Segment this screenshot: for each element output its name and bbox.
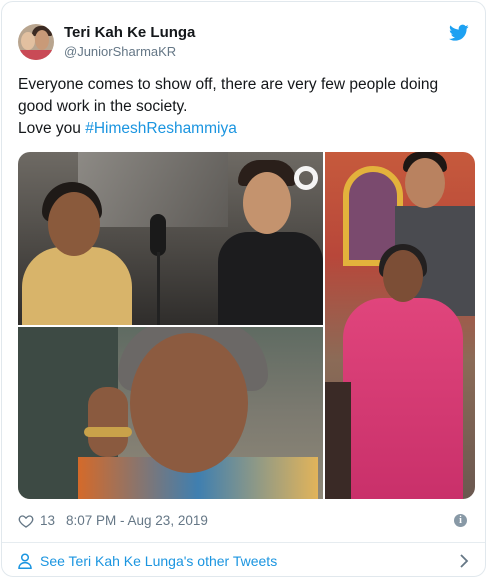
- tweet-text-line: Love you #HimeshReshammiya: [18, 118, 468, 140]
- user-handle[interactable]: @JuniorSharmaKR: [64, 44, 195, 60]
- chevron-right-icon[interactable]: [459, 554, 469, 568]
- author-names[interactable]: Teri Kah Ke Lunga @JuniorSharmaKR: [64, 24, 195, 60]
- media-photo-singing[interactable]: [18, 327, 323, 499]
- tweet-header: Teri Kah Ke Lunga @JuniorSharmaKR: [18, 18, 469, 62]
- display-name[interactable]: Teri Kah Ke Lunga: [64, 24, 195, 42]
- tweet-text-line: Everyone comes to show off, there are ve…: [18, 76, 439, 93]
- avatar[interactable]: [18, 24, 54, 60]
- media-photo-studio[interactable]: [18, 152, 323, 325]
- tweet-text: Everyone comes to show off, there are ve…: [18, 74, 468, 140]
- twitter-bird-icon[interactable]: [449, 24, 469, 42]
- tweet-meta: 13 8:07 PM - Aug 23, 2019 i: [18, 512, 469, 530]
- media-photo-salon[interactable]: [325, 152, 475, 499]
- other-tweets-link[interactable]: See Teri Kah Ke Lunga's other Tweets: [18, 550, 469, 572]
- tweet-card[interactable]: Teri Kah Ke Lunga @JuniorSharmaKR Everyo…: [1, 1, 486, 577]
- other-tweets-label[interactable]: See Teri Kah Ke Lunga's other Tweets: [40, 550, 277, 572]
- tweet-timestamp[interactable]: 8:07 PM - Aug 23, 2019: [66, 512, 208, 530]
- person-icon: [18, 553, 32, 569]
- media-grid: [18, 152, 475, 499]
- hashtag-link[interactable]: #HimeshReshammiya: [85, 120, 237, 137]
- tweet-text-line: good work in the society.: [18, 98, 188, 115]
- divider: [2, 542, 485, 543]
- tweet-text-prefix: Love you: [18, 120, 86, 137]
- like-count[interactable]: 13: [40, 512, 55, 530]
- info-icon[interactable]: i: [454, 514, 467, 527]
- heart-icon[interactable]: [18, 513, 34, 529]
